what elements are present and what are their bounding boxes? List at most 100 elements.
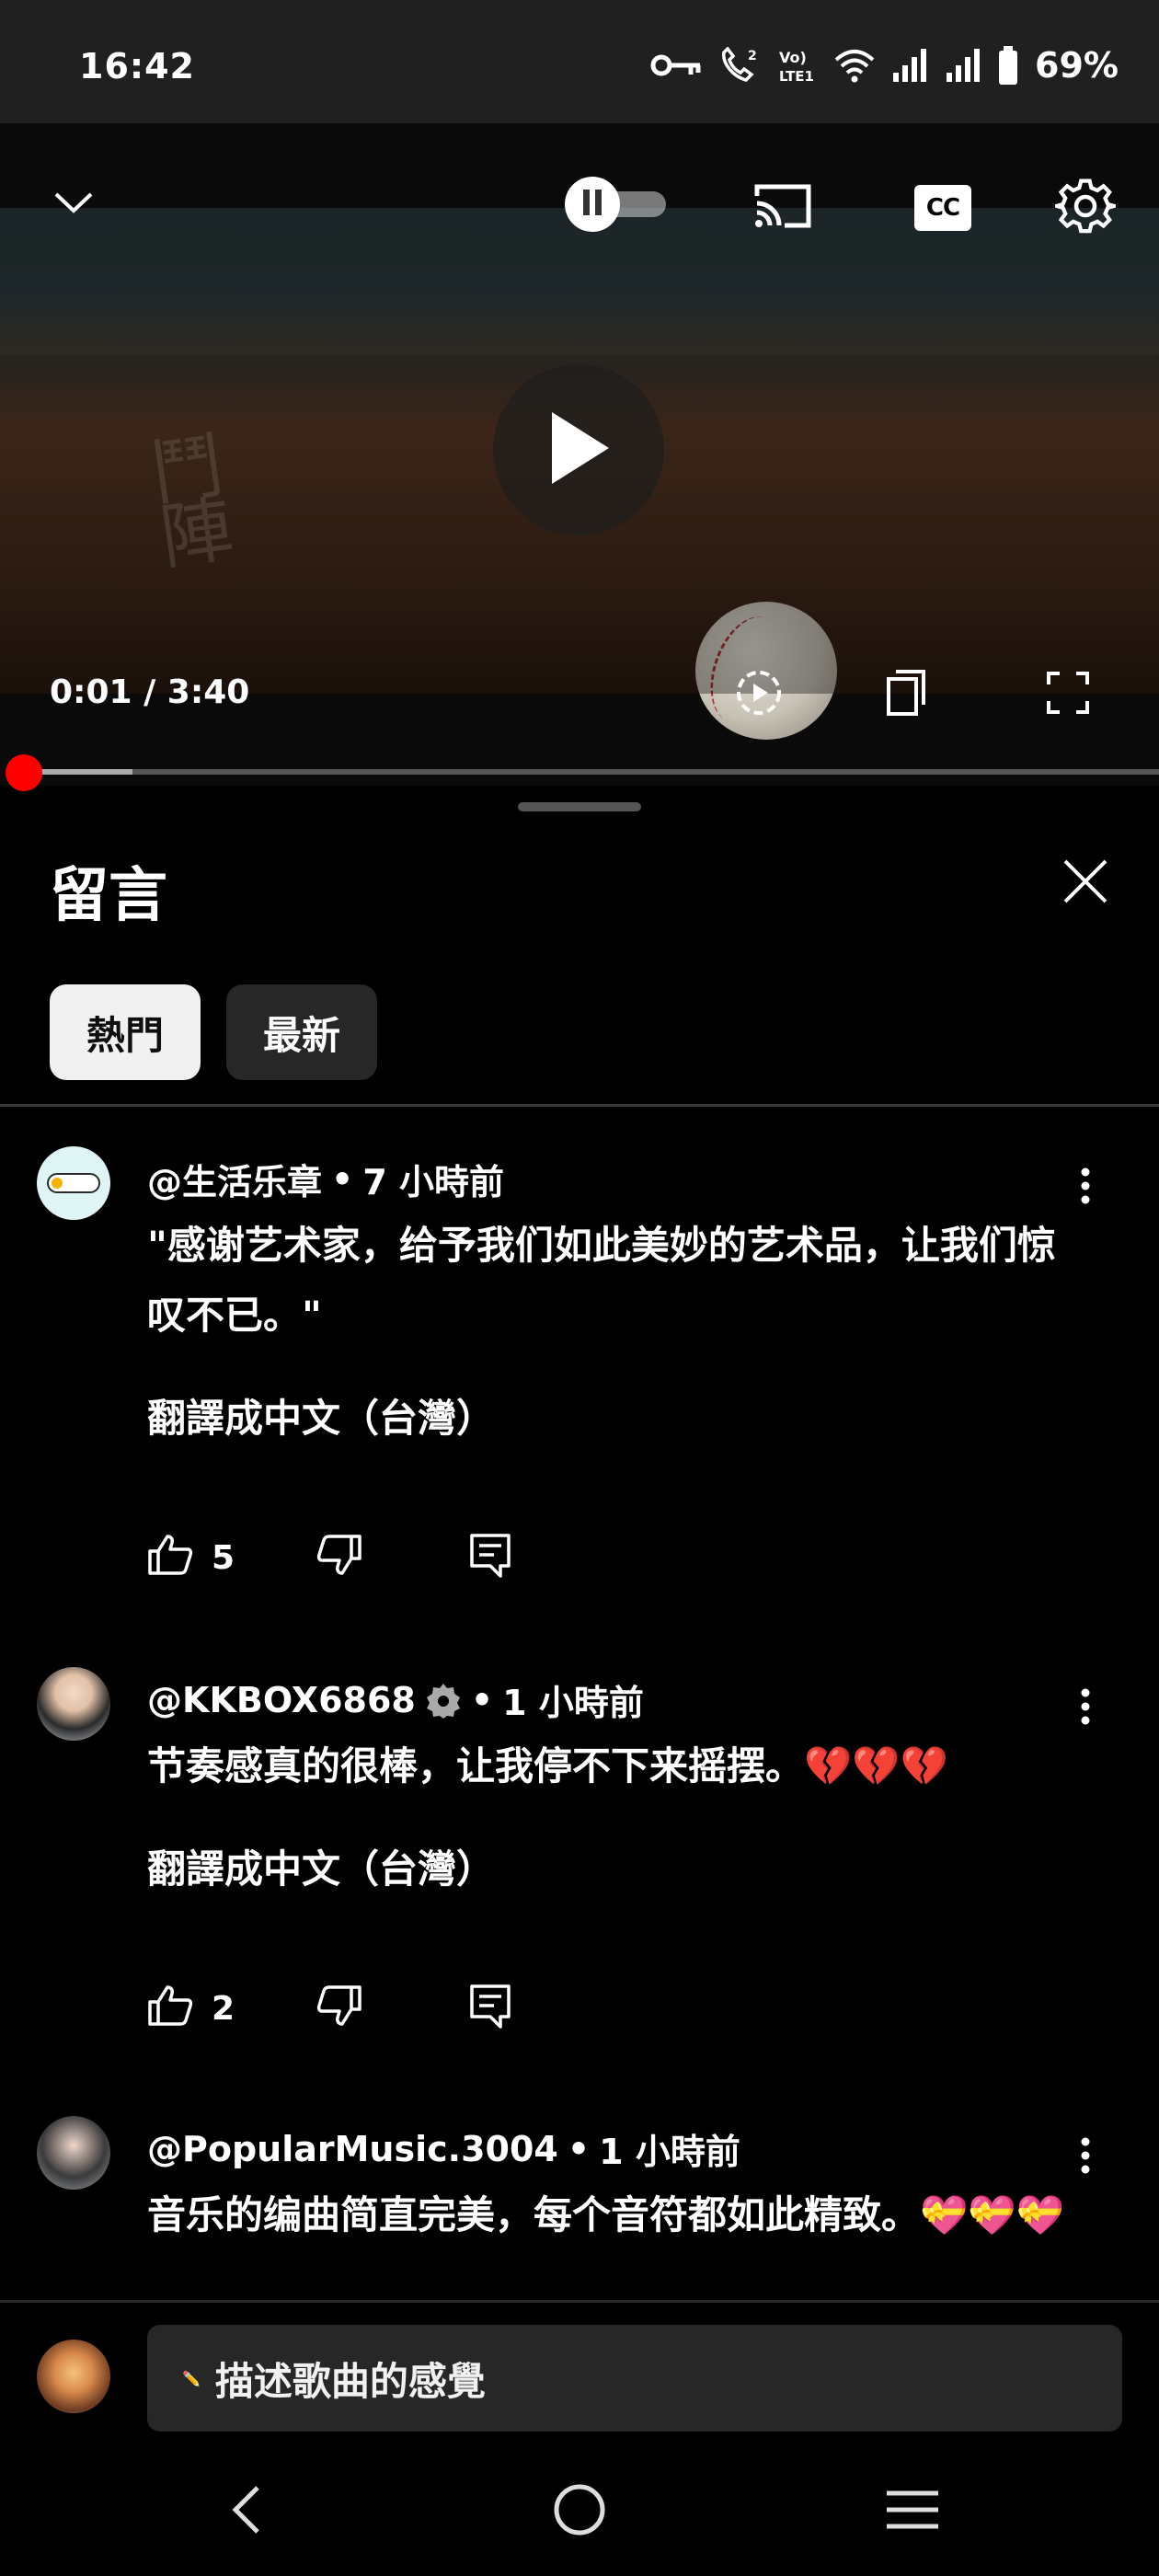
like-count: 2 <box>212 1989 235 2028</box>
comment-item: @PopularMusic.3004 • 1 小時前 音乐的编曲简直完美，每个音… <box>0 2116 1159 2300</box>
more-vert-icon <box>1081 1167 1090 1208</box>
pause-icon <box>581 190 603 219</box>
close-icon <box>1061 857 1109 909</box>
play-button[interactable] <box>493 364 664 535</box>
recents-icon <box>885 2489 940 2535</box>
meta-separator: • <box>331 1158 354 1200</box>
thumbs-down-icon <box>316 1535 362 1581</box>
reply-button[interactable] <box>469 1984 511 2033</box>
sort-chips: 熱門 最新 <box>50 984 378 1080</box>
svg-text:Vo): Vo) <box>779 49 807 66</box>
more-vert-icon <box>1081 2137 1090 2178</box>
play-icon <box>546 410 611 489</box>
comment-item: @KKBOX6868 • 1 小時前 节奏感真的很棒，让我停不下来摇摆。💔💔💔 … <box>0 1667 1159 2072</box>
like-count: 5 <box>212 1538 235 1577</box>
avatar[interactable] <box>37 1146 110 1220</box>
status-icons: 2 Vo) LTE1 69% <box>650 42 1119 88</box>
comment-input-placeholder: 描述歌曲的感覺 <box>214 2358 486 2404</box>
comment-meta: @KKBOX6868 • 1 小時前 <box>147 1674 644 1725</box>
dislike-button[interactable] <box>316 1985 469 2031</box>
avatar[interactable] <box>37 1667 110 1741</box>
autoplay-toggle-knob <box>565 177 620 232</box>
close-panel-button[interactable] <box>1049 846 1122 920</box>
autoplay-toggle[interactable] <box>565 171 675 236</box>
video-player[interactable]: 鬥陣 CC 0:01 / 3:40 <box>0 123 1159 786</box>
time-separator: / <box>143 673 156 711</box>
translate-link[interactable]: 翻譯成中文（台灣） <box>147 1838 495 1894</box>
seek-bar-thumb[interactable] <box>6 754 43 791</box>
volte-icon: Vo) LTE1 <box>777 46 818 85</box>
svg-text:LTE1: LTE1 <box>779 68 814 85</box>
like-button[interactable]: 5 <box>147 1533 316 1583</box>
panel-drag-handle[interactable] <box>518 802 641 811</box>
wifi-calling-icon: 2 <box>718 47 761 84</box>
thumbs-up-icon <box>147 1533 193 1583</box>
status-time: 16:42 <box>79 46 195 86</box>
key-icon <box>650 52 702 79</box>
chip-newest[interactable]: 最新 <box>226 984 378 1080</box>
meta-separator: • <box>567 2128 591 2169</box>
nav-back-button[interactable] <box>199 2475 291 2548</box>
wifi-icon <box>834 47 875 84</box>
seek-bar[interactable] <box>18 769 1159 775</box>
comment-actions: 2 <box>147 1976 511 2041</box>
play-circle-icon <box>734 668 784 721</box>
user-avatar[interactable] <box>37 2340 110 2413</box>
comment-time: 1 小時前 <box>502 1683 644 1723</box>
comment-meta: @PopularMusic.3004 • 1 小時前 <box>147 2123 740 2174</box>
comment-text: 节奏感真的很棒，让我停不下来摇摆。💔💔💔 <box>147 1743 948 1788</box>
nav-home-button[interactable] <box>534 2475 625 2548</box>
comment-text: "感谢艺术家，给予我们如此美妙的艺术品，让我们惊叹不已。" <box>147 1223 1056 1338</box>
pencil-icon: ✏️ <box>182 2369 201 2387</box>
queue-icon <box>885 668 927 721</box>
more-vert-icon <box>1081 1688 1090 1729</box>
collapse-player-button[interactable] <box>37 167 110 241</box>
comment-text: 音乐的编曲简直完美，每个音符都如此精致。💝💝💝 <box>147 2192 1064 2237</box>
comment-author[interactable]: @PopularMusic.3004 <box>147 2129 558 2169</box>
captions-button[interactable]: CC <box>901 171 984 245</box>
reply-icon <box>469 1533 511 1582</box>
settings-button[interactable] <box>1049 171 1122 245</box>
translate-link[interactable]: 翻譯成中文（台灣） <box>147 1387 495 1443</box>
nav-recents-button[interactable] <box>866 2475 958 2548</box>
time-display: 0:01 / 3:40 <box>50 673 249 711</box>
gear-icon <box>1050 176 1121 240</box>
thumbs-up-icon <box>147 1984 193 2034</box>
comment-item: @生活乐章 • 7 小時前 "感谢艺术家，给予我们如此美妙的艺术品，让我们惊叹不… <box>0 1146 1159 1597</box>
verified-icon <box>425 1682 462 1719</box>
fullscreen-icon <box>1047 672 1089 718</box>
comment-time: 7 小時前 <box>362 1162 504 1202</box>
comment-input[interactable]: ✏️ 描述歌曲的感覺 <box>147 2325 1122 2432</box>
comment-author[interactable]: @生活乐章 <box>147 1154 322 1204</box>
meta-separator: • <box>470 1679 494 1720</box>
battery-icon <box>998 46 1018 85</box>
queue-button[interactable] <box>874 662 938 727</box>
comment-author[interactable]: @KKBOX6868 <box>147 1680 416 1720</box>
current-time: 0:01 <box>50 673 132 711</box>
comment-composer: ✏️ 描述歌曲的感覺 <box>0 2300 1159 2447</box>
home-icon <box>552 2482 607 2541</box>
chip-top[interactable]: 熱門 <box>50 984 201 1080</box>
avatar[interactable] <box>37 2116 110 2190</box>
battery-percentage: 69% <box>1035 45 1119 86</box>
divider <box>0 1104 1159 1107</box>
comment-time: 1 小時前 <box>599 2132 740 2172</box>
like-button[interactable]: 2 <box>147 1984 316 2034</box>
comment-meta: @生活乐章 • 7 小時前 <box>147 1154 504 1204</box>
reply-icon <box>469 1984 511 2033</box>
dislike-button[interactable] <box>316 1535 469 1581</box>
cast-icon <box>752 181 814 235</box>
signal-icon <box>891 47 928 84</box>
svg-text:2: 2 <box>748 49 757 63</box>
chevron-down-icon <box>53 190 94 218</box>
panel-title: 留言 <box>50 862 167 930</box>
avatar-logo <box>47 1173 100 1193</box>
duration: 3:40 <box>166 673 250 711</box>
reply-button[interactable] <box>469 1533 511 1582</box>
fullscreen-button[interactable] <box>1036 662 1100 727</box>
status-bar: 16:42 2 Vo) LTE1 69% <box>0 0 1159 123</box>
system-nav-bar <box>0 2447 1159 2576</box>
cast-button[interactable] <box>741 171 824 245</box>
captions-icon: CC <box>914 185 971 231</box>
autoplay-next-button[interactable] <box>727 662 791 727</box>
